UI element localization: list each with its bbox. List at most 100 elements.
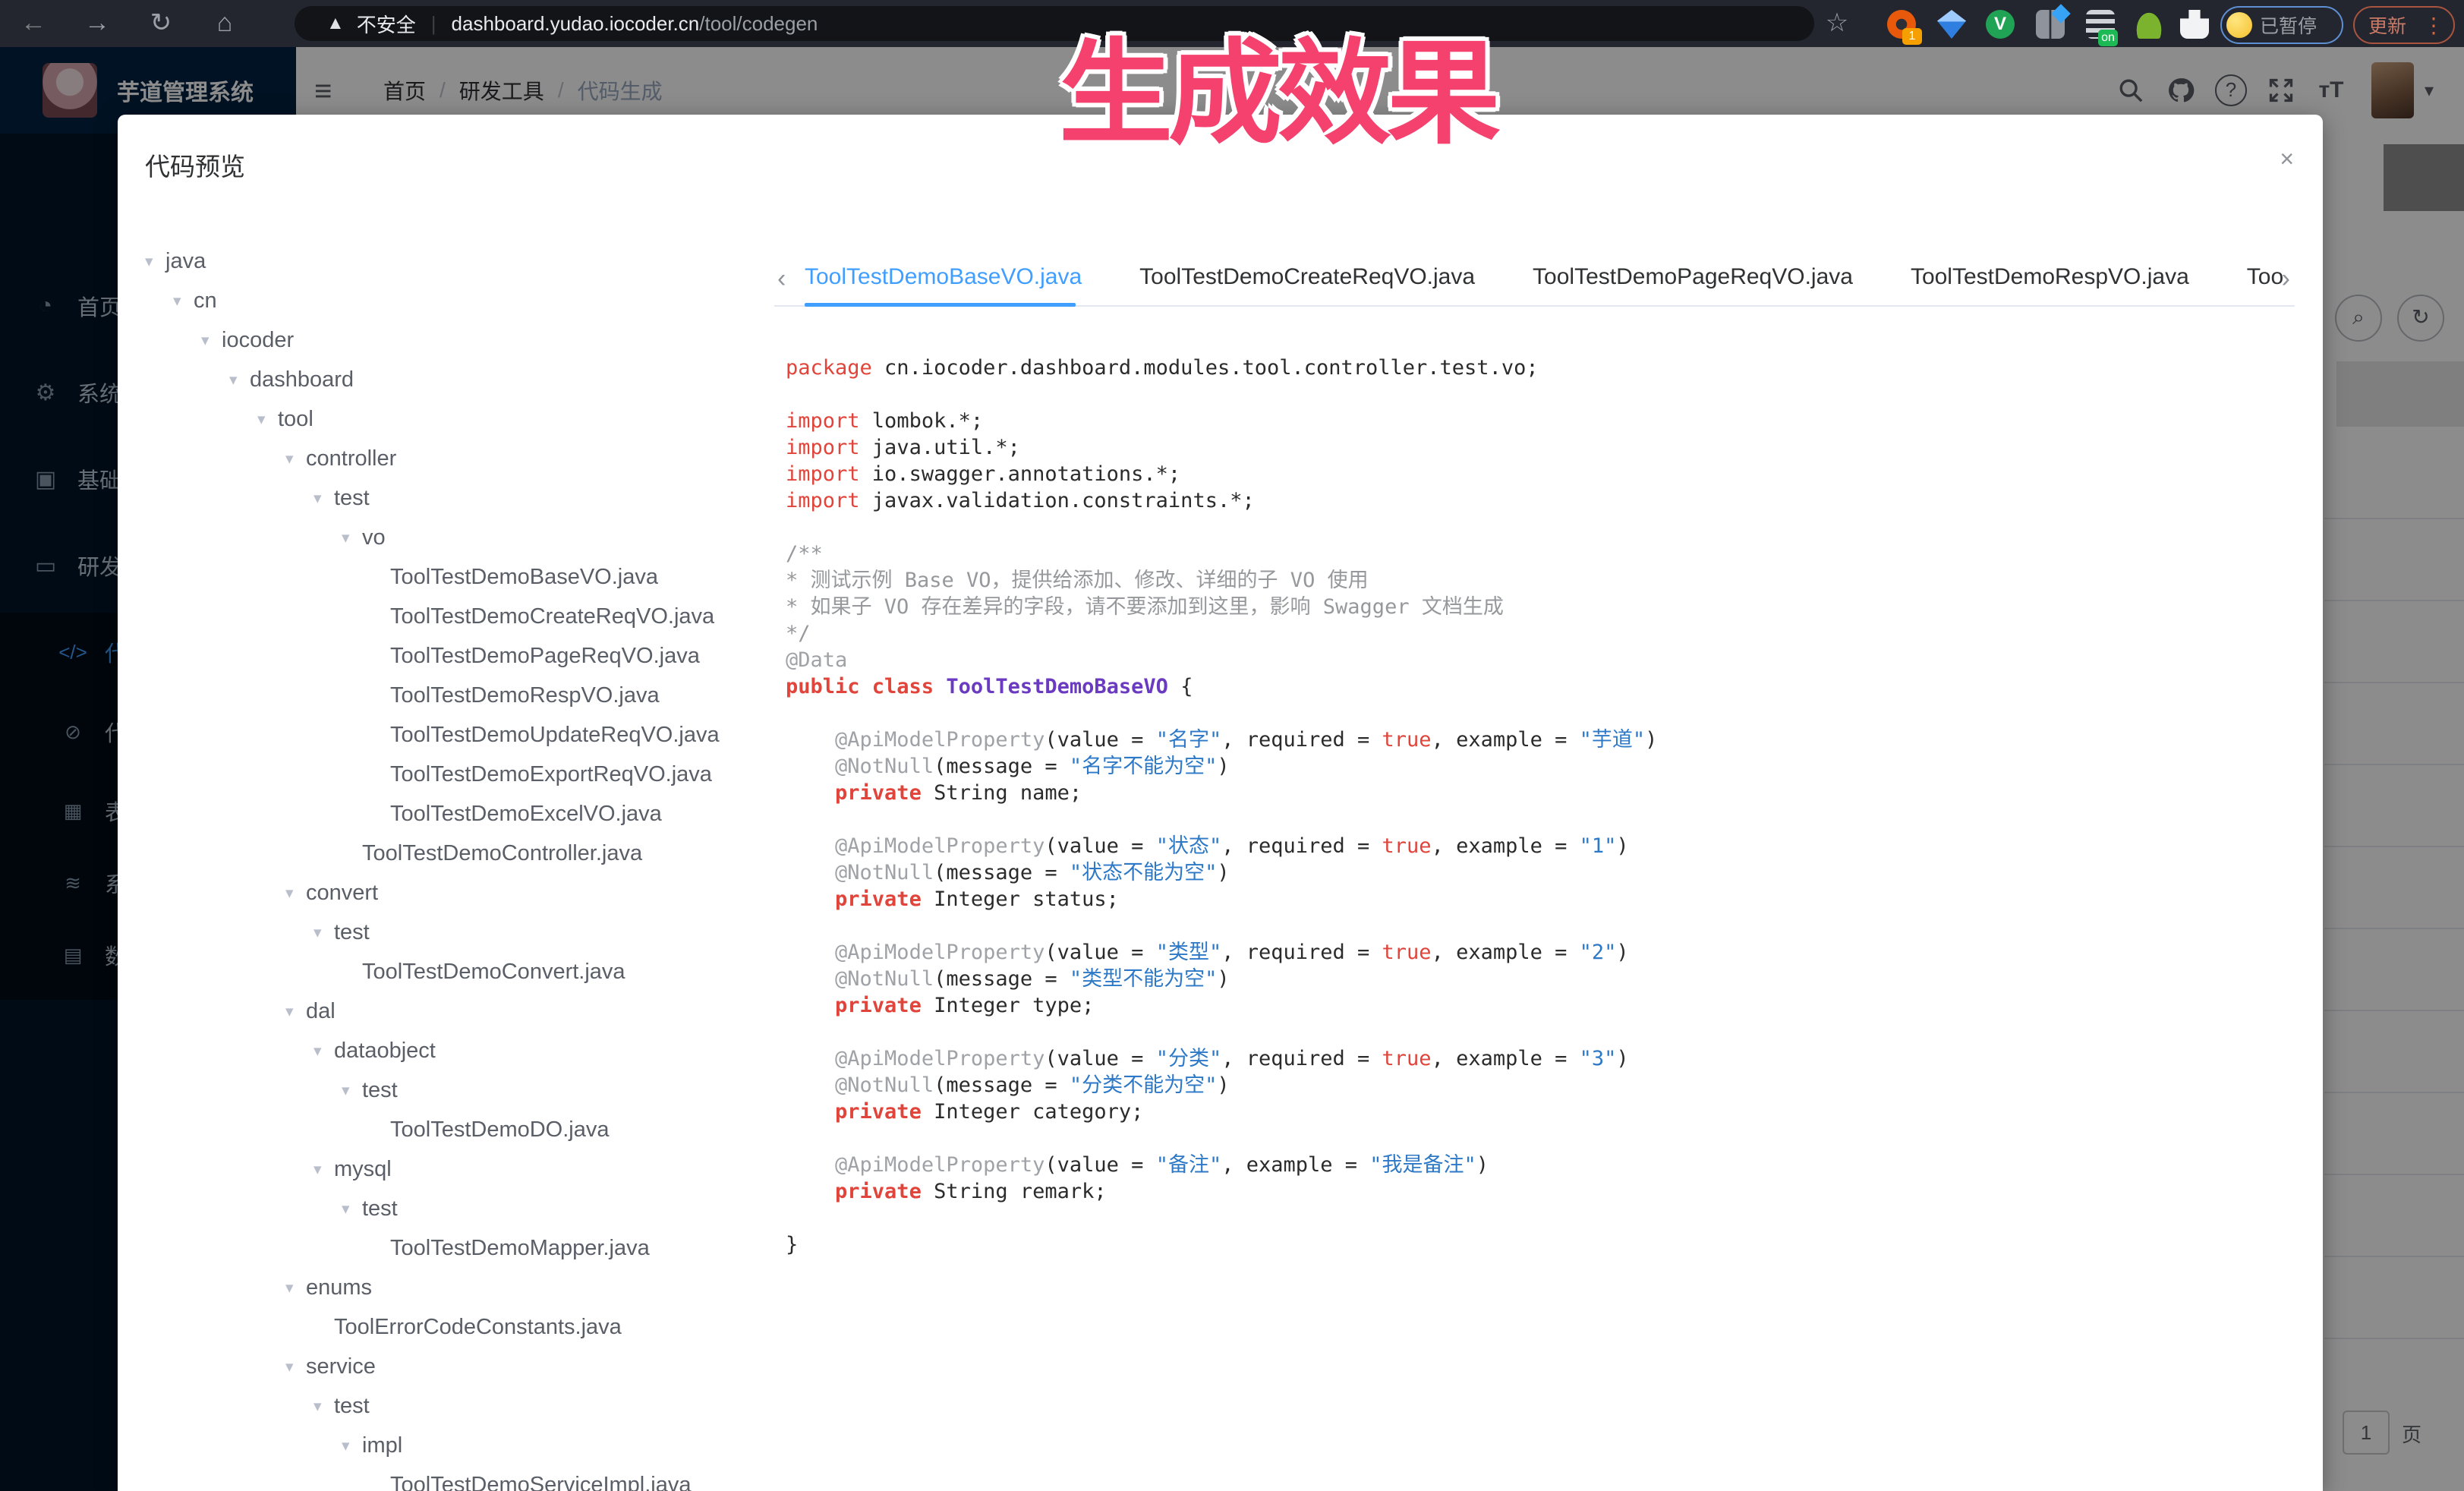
tree-node-file[interactable]: ToolTestDemoMapper.java xyxy=(145,1228,760,1268)
tree-node-label: service xyxy=(306,1354,376,1379)
tab-ToolTestDemoPageReqVO.java[interactable]: ToolTestDemoPageReqVO.java xyxy=(1504,255,1882,304)
annotation-text: 生成效果 xyxy=(1059,2,1496,166)
tree-caret-icon[interactable]: ▾ xyxy=(314,1042,334,1061)
tree-caret-icon[interactable]: ▾ xyxy=(342,1436,362,1455)
tree-caret-icon[interactable]: ▾ xyxy=(342,528,362,547)
tree-node-file[interactable]: ToolTestDemoDO.java xyxy=(145,1110,760,1149)
tree-node-file[interactable]: ToolTestDemoExportReqVO.java xyxy=(145,755,760,794)
tree-node-dir[interactable]: ▾test xyxy=(145,1386,760,1426)
file-tree: ▾java▾cn▾iocoder▾dashboard▾tool▾controll… xyxy=(145,241,760,1491)
extensions-puzzle-icon[interactable] xyxy=(2180,10,2209,39)
home-icon[interactable]: ⌂ xyxy=(202,0,247,47)
tree-node-file[interactable]: ToolTestDemoCreateReqVO.java xyxy=(145,597,760,636)
tree-node-label: test xyxy=(362,1196,398,1221)
tree-caret-icon[interactable]: ▾ xyxy=(173,292,194,310)
close-icon[interactable]: × xyxy=(2280,145,2294,173)
tree-node-label: java xyxy=(165,249,206,274)
tree-caret-icon[interactable]: ▾ xyxy=(257,410,278,429)
extension-plant-icon[interactable] xyxy=(2135,10,2163,39)
tree-node-file[interactable]: ToolTestDemoPageReqVO.java xyxy=(145,636,760,676)
tree-node-file[interactable]: ToolTestDemoServiceImpl.java xyxy=(145,1465,760,1491)
browser-update-button[interactable]: 更新 ⋮ xyxy=(2353,6,2455,44)
bookmark-star-icon[interactable]: ☆ xyxy=(1814,0,1860,47)
tree-node-dir[interactable]: ▾mysql xyxy=(145,1149,760,1189)
tree-caret-icon[interactable]: ▾ xyxy=(285,1278,306,1297)
code-line: public class ToolTestDemoBaseVO { xyxy=(786,673,2296,700)
extension-v-icon[interactable]: V xyxy=(1986,10,2015,39)
tree-node-dir[interactable]: ▾impl xyxy=(145,1426,760,1465)
code-line: private Integer status; xyxy=(786,886,2296,913)
tree-node-dir[interactable]: ▾dataobject xyxy=(145,1031,760,1070)
tree-node-dir[interactable]: ▾iocoder xyxy=(145,320,760,360)
tree-node-dir[interactable]: ▾enums xyxy=(145,1268,760,1307)
tree-node-file[interactable]: ToolTestDemoExcelVO.java xyxy=(145,794,760,834)
tree-node-dir[interactable]: ▾test xyxy=(145,1070,760,1110)
url-bar[interactable]: ▲ 不安全 | dashboard.yudao.iocoder.cn/tool/… xyxy=(295,6,1814,41)
forward-icon[interactable]: → xyxy=(74,0,120,47)
back-icon[interactable]: ← xyxy=(11,0,56,47)
tree-node-dir[interactable]: ▾tool xyxy=(145,399,760,439)
tree-caret-icon[interactable]: ▾ xyxy=(314,1160,334,1179)
code-line xyxy=(786,514,2296,541)
tree-caret-icon[interactable]: ▾ xyxy=(285,1002,306,1021)
tree-node-label: ToolTestDemoPageReqVO.java xyxy=(390,644,700,669)
tree-node-label: mysql xyxy=(334,1157,392,1182)
tree-caret-icon[interactable]: ▾ xyxy=(314,923,334,942)
code-line: /** xyxy=(786,541,2296,567)
security-warning-icon[interactable]: ▲ xyxy=(326,13,345,34)
tree-caret-icon[interactable]: ▾ xyxy=(145,252,165,271)
tree-caret-icon[interactable]: ▾ xyxy=(201,331,222,350)
extension-grid-icon[interactable] xyxy=(2036,10,2065,39)
tree-node-dir[interactable]: ▾test xyxy=(145,478,760,518)
tree-node-dir[interactable]: ▾test xyxy=(145,913,760,952)
tree-node-file[interactable]: ToolTestDemoConvert.java xyxy=(145,952,760,991)
tab-ToolTe[interactable]: ToolTe xyxy=(2218,255,2283,304)
tab-ToolTestDemoCreateReqVO.java[interactable]: ToolTestDemoCreateReqVO.java xyxy=(1111,255,1504,304)
profile-paused-pill[interactable]: 已暂停 xyxy=(2220,6,2343,44)
tabs-scroll-right-icon[interactable]: › xyxy=(2282,264,2290,294)
tabs-scroller: ToolTestDemoBaseVO.javaToolTestDemoCreat… xyxy=(805,255,2283,305)
tree-node-label: controller xyxy=(306,446,396,471)
tree-node-file[interactable]: ToolTestDemoRespVO.java xyxy=(145,676,760,715)
tab-ToolTestDemoBaseVO.java[interactable]: ToolTestDemoBaseVO.java xyxy=(805,255,1111,304)
tree-node-dir[interactable]: ▾cn xyxy=(145,281,760,320)
tabs-scroll-left-icon[interactable]: ‹ xyxy=(777,264,786,294)
extension-on-badge: on xyxy=(2098,30,2118,46)
code-line: private String name; xyxy=(786,780,2296,806)
tree-node-label: dataobject xyxy=(334,1039,436,1064)
tree-node-file[interactable]: ToolTestDemoController.java xyxy=(145,834,760,873)
tree-node-dir[interactable]: ▾dal xyxy=(145,991,760,1031)
extension-gem-icon[interactable] xyxy=(1937,10,1966,39)
tree-node-label: test xyxy=(334,1394,370,1419)
tree-node-dir[interactable]: ▾controller xyxy=(145,439,760,478)
tree-node-dir[interactable]: ▾java xyxy=(145,241,760,281)
tree-node-dir[interactable]: ▾convert xyxy=(145,873,760,913)
tree-node-file[interactable]: ToolTestDemoUpdateReqVO.java xyxy=(145,715,760,755)
code-viewer[interactable]: package cn.iocoder.dashboard.modules.too… xyxy=(786,355,2296,1486)
tree-caret-icon[interactable]: ▾ xyxy=(285,449,306,468)
tree-node-dir[interactable]: ▾service xyxy=(145,1347,760,1386)
extension-list-icon[interactable]: on xyxy=(2086,10,2115,39)
tree-node-file[interactable]: ToolErrorCodeConstants.java xyxy=(145,1307,760,1347)
tree-node-dir[interactable]: ▾dashboard xyxy=(145,360,760,399)
code-line: private Integer category; xyxy=(786,1099,2296,1125)
tree-caret-icon[interactable]: ▾ xyxy=(285,884,306,903)
tree-caret-icon[interactable]: ▾ xyxy=(314,1397,334,1416)
reload-icon[interactable]: ↻ xyxy=(138,0,184,47)
tree-node-label: enums xyxy=(306,1275,372,1300)
tree-caret-icon[interactable]: ▾ xyxy=(285,1357,306,1376)
tree-node-dir[interactable]: ▾vo xyxy=(145,518,760,557)
tree-node-file[interactable]: ToolTestDemoBaseVO.java xyxy=(145,557,760,597)
tree-node-dir[interactable]: ▾test xyxy=(145,1189,760,1228)
tree-caret-icon[interactable]: ▾ xyxy=(342,1199,362,1218)
tree-caret-icon[interactable]: ▾ xyxy=(342,1081,362,1100)
tree-caret-icon[interactable]: ▾ xyxy=(229,370,250,389)
code-line xyxy=(786,1205,2296,1231)
security-label[interactable]: 不安全 xyxy=(357,10,416,38)
tab-ToolTestDemoRespVO.java[interactable]: ToolTestDemoRespVO.java xyxy=(1882,255,2218,304)
tree-caret-icon[interactable]: ▾ xyxy=(314,489,334,508)
code-line: * 如果子 VO 存在差异的字段，请不要添加到这里，影响 Swagger 文档生… xyxy=(786,594,2296,620)
browser-menu-dots-icon[interactable]: ⋮ xyxy=(2423,13,2444,38)
url-host[interactable]: dashboard.yudao.iocoder.cn xyxy=(452,12,700,36)
extension-orange-icon[interactable]: 1 xyxy=(1887,10,1916,39)
